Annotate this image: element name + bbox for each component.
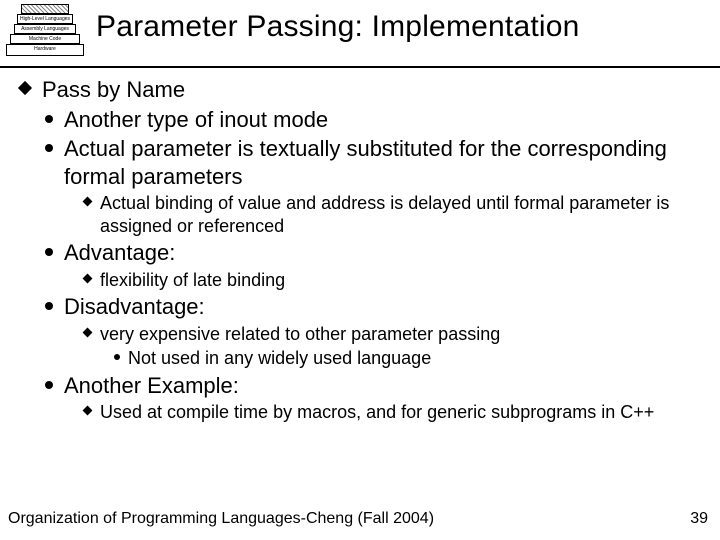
bullet-lv1: Disadvantage: very expensive related to … — [42, 293, 712, 370]
bullet-text: Advantage: — [64, 240, 175, 265]
bullet-lv2: flexibility of late binding — [82, 269, 712, 292]
bullet-lv1: Another Example: Used at compile time by… — [42, 372, 712, 424]
slide-body: Pass by Name Another type of inout mode … — [0, 76, 720, 424]
bullet-text: very expensive related to other paramete… — [100, 324, 500, 344]
pyramid-stack-icon: High-Level Languages Assembly Languages … — [4, 4, 86, 64]
bullet-text: flexibility of late binding — [100, 270, 285, 290]
bullet-text: Not used in any widely used language — [128, 348, 431, 368]
bullet-text: Actual parameter is textually substitute… — [64, 136, 667, 189]
bullet-lv1: Another type of inout mode — [42, 106, 712, 134]
bullet-lv1: Actual parameter is textually substitute… — [42, 135, 712, 237]
bullet-lv1: Advantage: flexibility of late binding — [42, 239, 712, 291]
bullet-text: Another type of inout mode — [64, 107, 328, 132]
slide-title: Parameter Passing: Implementation — [96, 0, 580, 44]
footer-text: Organization of Programming Languages-Ch… — [8, 510, 434, 528]
bullet-lv0: Pass by Name Another type of inout mode … — [18, 76, 712, 424]
bullet-text: Used at compile time by macros, and for … — [100, 402, 654, 422]
bullet-text: Actual binding of value and address is d… — [100, 193, 669, 236]
bullet-lv3: Not used in any widely used language — [112, 347, 712, 370]
title-underline — [0, 66, 720, 68]
bullet-lv2: very expensive related to other paramete… — [82, 323, 712, 370]
slide-header: High-Level Languages Assembly Languages … — [0, 0, 720, 64]
page-number: 39 — [690, 510, 708, 528]
bullet-lv2: Actual binding of value and address is d… — [82, 192, 712, 237]
heading-text: Pass by Name — [42, 77, 185, 102]
bullet-lv2: Used at compile time by macros, and for … — [82, 401, 712, 424]
bullet-text: Another Example: — [64, 373, 239, 398]
bullet-text: Disadvantage: — [64, 294, 205, 319]
slide-footer: Organization of Programming Languages-Ch… — [8, 510, 708, 528]
